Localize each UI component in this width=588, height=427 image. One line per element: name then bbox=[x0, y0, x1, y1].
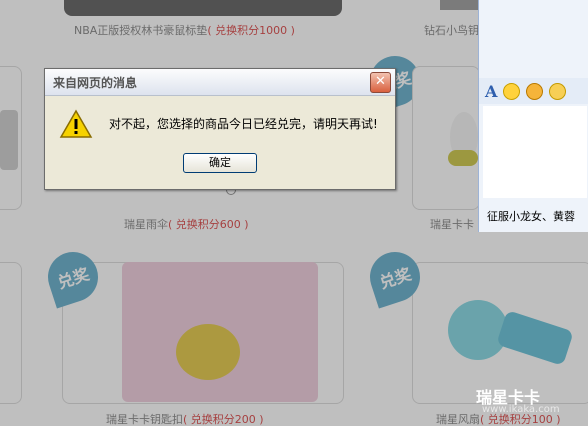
chat-names-text: 征服小龙女、黄蓉 bbox=[487, 210, 575, 223]
ok-button[interactable]: 确定 bbox=[183, 153, 257, 173]
chat-input-area[interactable] bbox=[483, 106, 587, 198]
alert-dialog: 来自网页的消息 ✕ 对不起，您选择的商品今日已经兑完，请明天再试! 确定 bbox=[44, 68, 396, 190]
dialog-titlebar[interactable]: 来自网页的消息 ✕ bbox=[45, 69, 395, 96]
dialog-title: 来自网页的消息 bbox=[53, 76, 138, 90]
watermark-url: www.ikaka.com bbox=[482, 404, 560, 415]
font-icon[interactable]: A bbox=[485, 82, 497, 101]
chat-panel: A 征服小龙女、黄蓉 bbox=[478, 0, 588, 232]
chat-toolbar: A bbox=[479, 78, 588, 104]
rewards-page: NBA正版授权林书豪鼠标垫( 兑换积分1000 ) 钻石小鸟钥 兑奖 瑞星雨伞(… bbox=[0, 0, 588, 426]
close-icon[interactable]: ✕ bbox=[370, 72, 391, 93]
angry-face-icon[interactable] bbox=[526, 82, 544, 100]
warning-icon bbox=[59, 109, 93, 138]
smiley-icon[interactable] bbox=[503, 82, 521, 100]
emoji-face-icon[interactable] bbox=[549, 82, 567, 100]
dialog-message: 对不起，您选择的商品今日已经兑完，请明天再试! bbox=[109, 117, 378, 131]
